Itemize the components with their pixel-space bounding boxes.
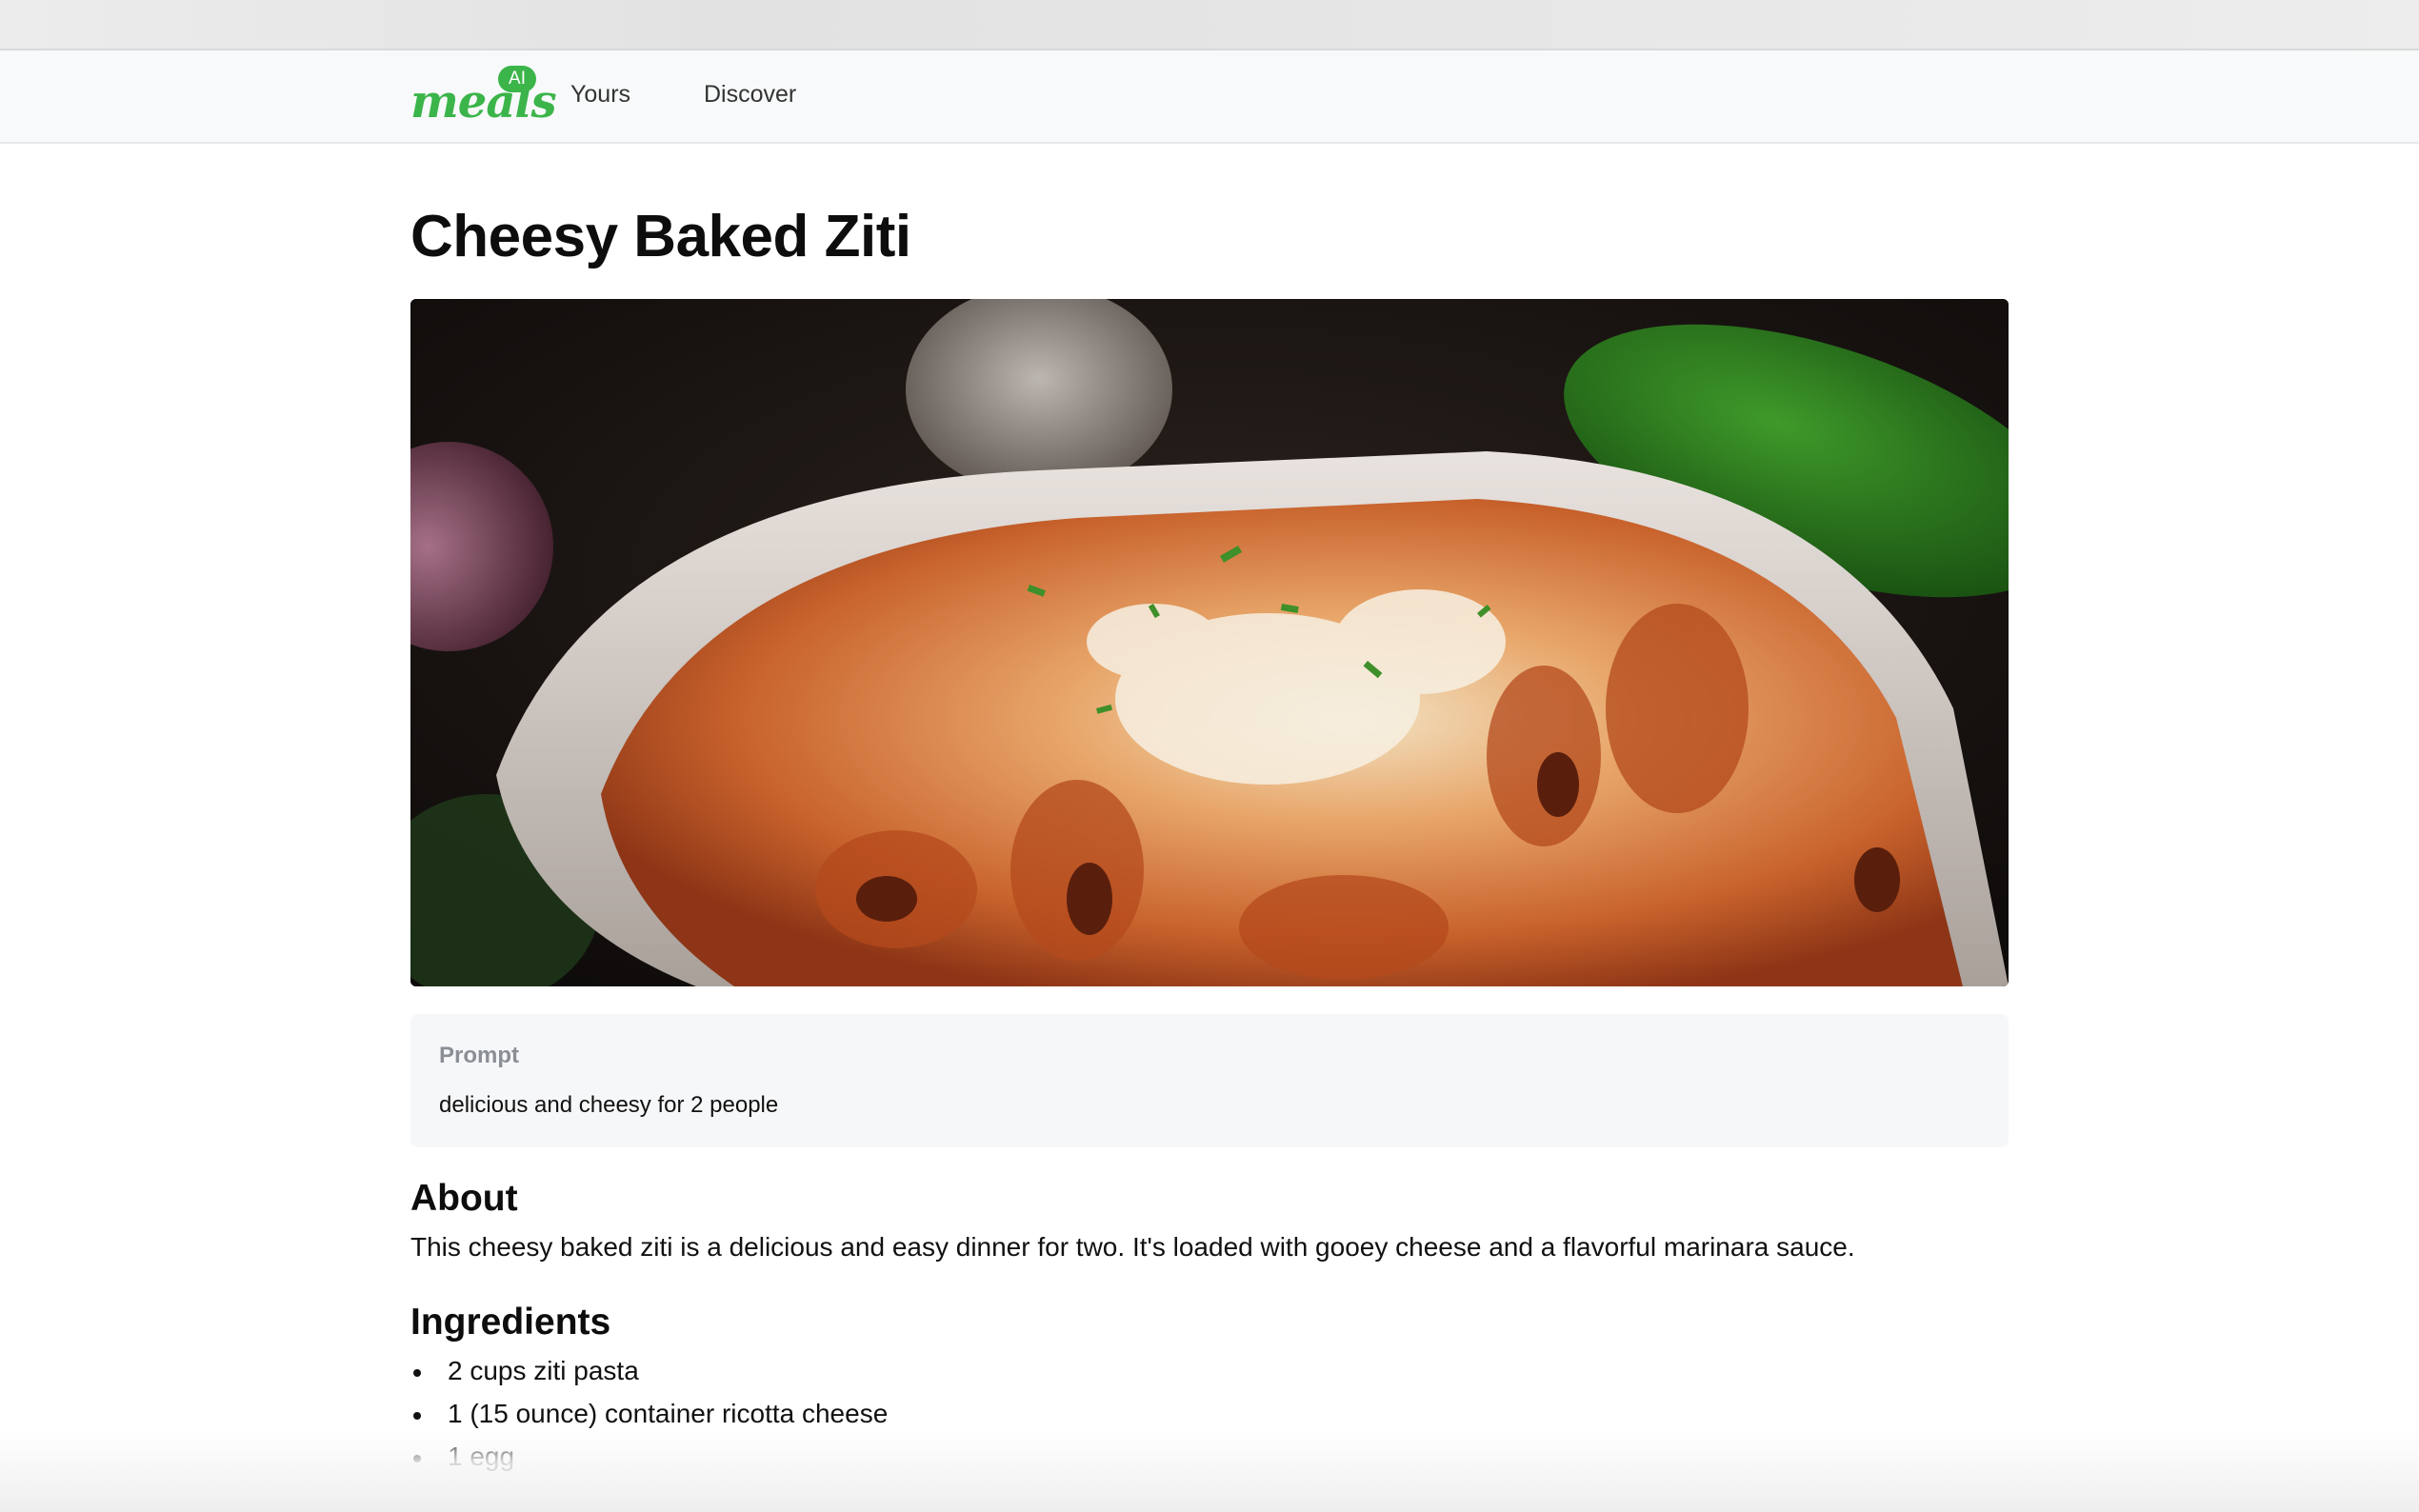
- browser-chrome-bar: [0, 0, 2419, 50]
- about-heading: About: [410, 1178, 518, 1219]
- about-text: This cheesy baked ziti is a delicious an…: [410, 1232, 1855, 1262]
- page-title: Cheesy Baked Ziti: [410, 204, 911, 269]
- prompt-label: Prompt: [439, 1043, 519, 1068]
- nav-link-yours[interactable]: Yours: [570, 81, 630, 109]
- recipe-hero-image: [410, 299, 2009, 986]
- ingredient-item: 1 (15 ounce) container ricotta cheese: [410, 1396, 888, 1439]
- nav-link-discover[interactable]: Discover: [704, 81, 796, 109]
- prompt-text: delicious and cheesy for 2 people: [439, 1092, 779, 1118]
- ingredients-list: 2 cups ziti pasta 1 (15 ounce) container…: [410, 1353, 888, 1482]
- ingredient-item: 2 cups ziti pasta: [410, 1353, 888, 1396]
- brand-ai-badge: AI: [498, 66, 536, 92]
- baked-ziti-photo: [410, 299, 2009, 986]
- ingredient-item: 1 egg: [410, 1439, 888, 1482]
- prompt-panel: Prompt delicious and cheesy for 2 people: [410, 1014, 2009, 1147]
- ingredients-heading: Ingredients: [410, 1302, 611, 1343]
- bottom-fade-overlay: [0, 1428, 2419, 1512]
- navbar: meals AI Yours Discover: [0, 50, 2419, 144]
- brand-logo[interactable]: meals AI: [410, 66, 557, 132]
